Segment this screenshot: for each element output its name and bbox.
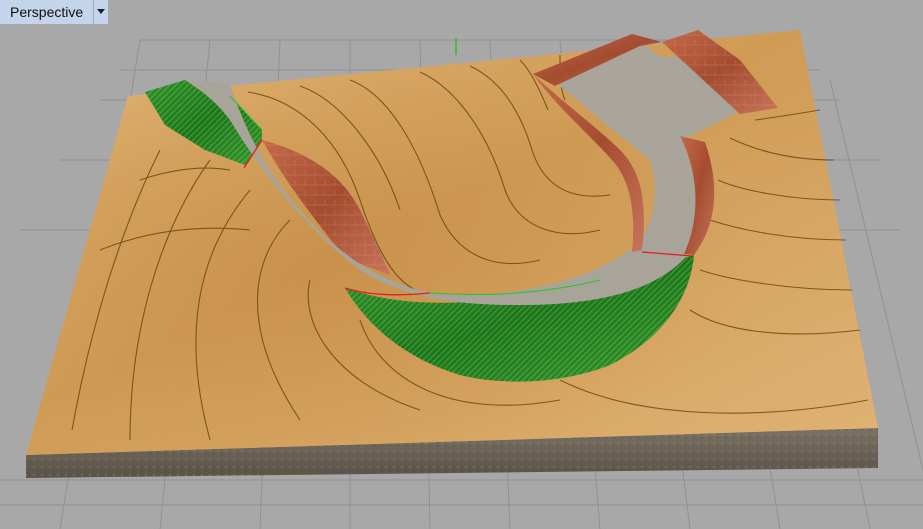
chevron-down-icon bbox=[97, 9, 106, 14]
viewport-menu-button[interactable] bbox=[94, 0, 109, 24]
terrain-scene[interactable] bbox=[0, 0, 923, 529]
perspective-viewport[interactable]: Perspective bbox=[0, 0, 923, 529]
viewport-title[interactable]: Perspective bbox=[0, 0, 95, 24]
viewport-tab[interactable]: Perspective bbox=[0, 0, 109, 24]
